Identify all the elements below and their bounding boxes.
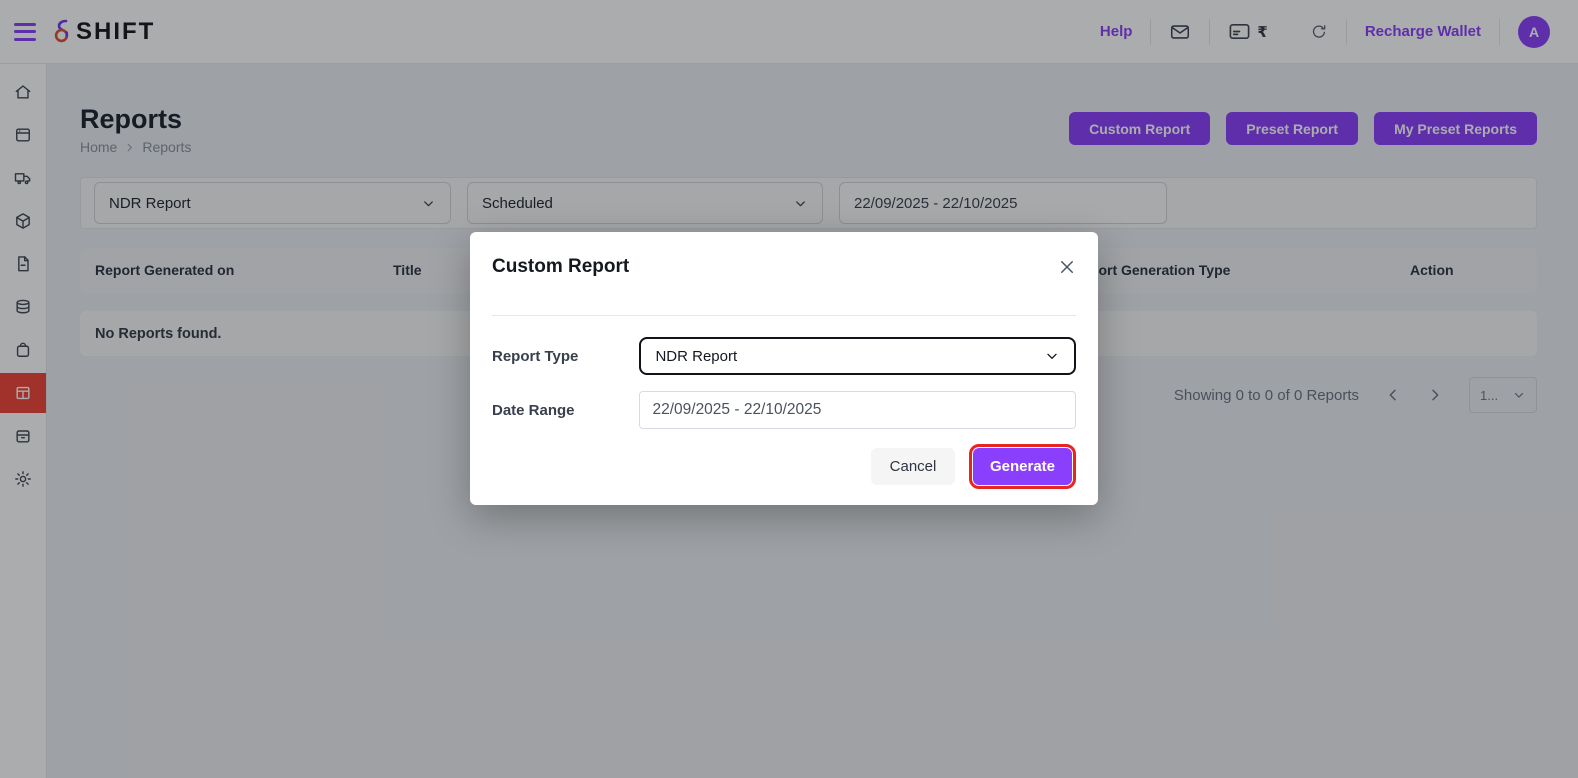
report-type-label: Report Type [492,348,639,365]
date-range-label: Date Range [492,402,639,419]
chevron-down-icon [1044,348,1060,364]
close-icon[interactable] [1058,258,1076,276]
divider [492,315,1076,316]
modal-report-type-select[interactable]: NDR Report [639,337,1076,375]
modal-date-range-input[interactable] [639,391,1076,429]
custom-report-modal: Custom Report Report Type NDR Report Dat… [470,232,1098,505]
cancel-button[interactable]: Cancel [871,448,955,485]
modal-title: Custom Report [492,256,629,278]
generate-button[interactable]: Generate [973,448,1072,485]
modal-report-type-value: NDR Report [655,348,737,365]
highlight-ring: Generate [969,444,1076,489]
